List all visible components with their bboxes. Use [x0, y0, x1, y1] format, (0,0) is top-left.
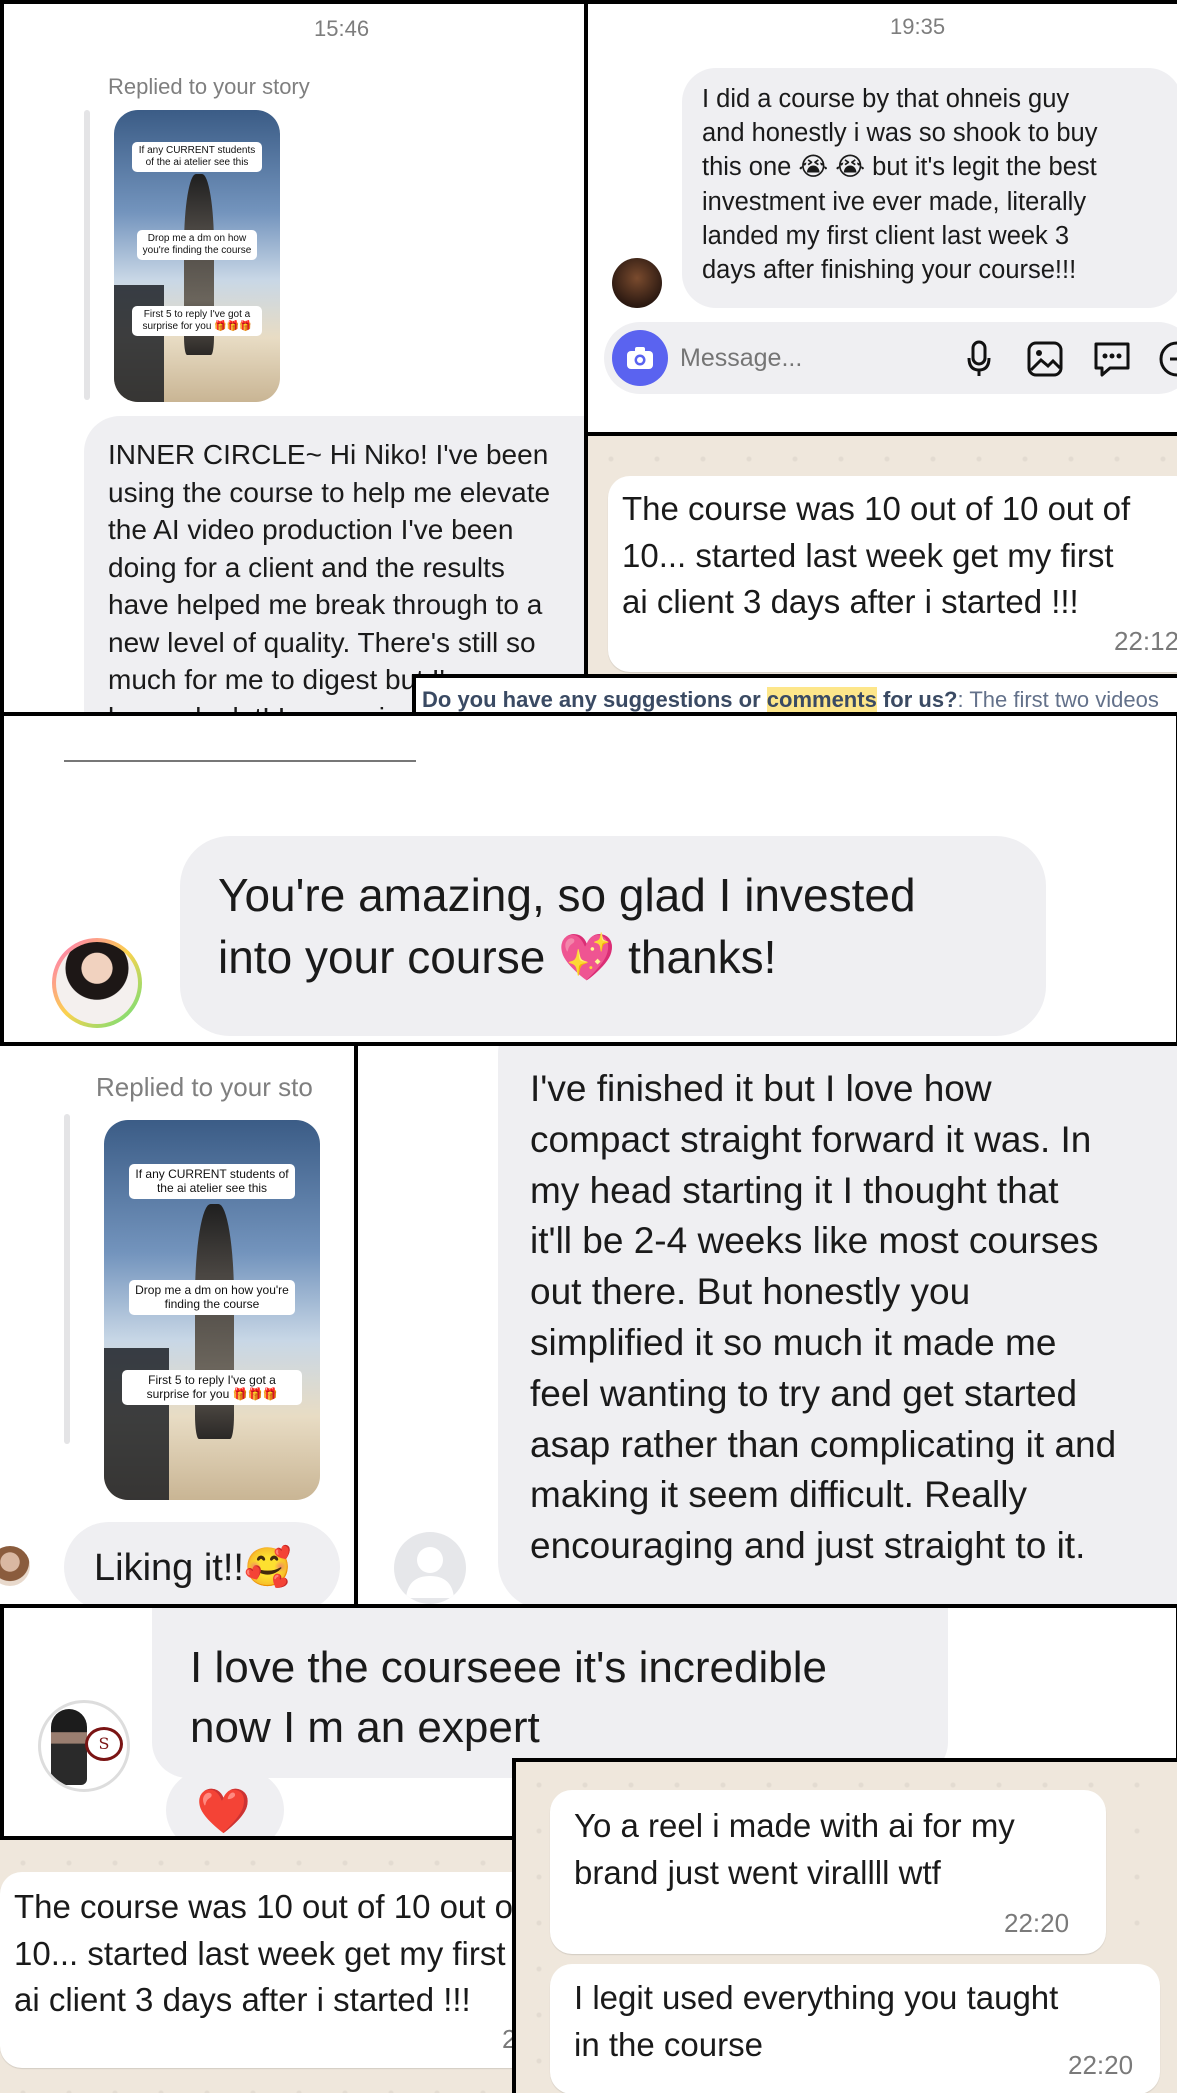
- message-text: The course was 10 out of 10 out of 10...…: [14, 1888, 523, 2018]
- story-caption-2: Drop me a dm on how you're finding the c…: [129, 1280, 295, 1315]
- message-bubble: I did a course by that ohneis guy and ho…: [682, 68, 1177, 308]
- plus-icon[interactable]: [1158, 340, 1177, 378]
- message-text: I did a course by that ohneis guy and ho…: [702, 85, 1098, 285]
- story-caption-3: First 5 to reply I've got a surprise for…: [122, 1370, 302, 1405]
- message-input[interactable]: [680, 338, 880, 378]
- message-text: The course was 10 out of 10 out of 10...…: [622, 490, 1131, 620]
- heart-reaction[interactable]: ❤️: [166, 1770, 284, 1836]
- message-bubble-1: Yo a reel i made with ai for my brand ju…: [550, 1790, 1106, 1954]
- sender-avatar[interactable]: [52, 938, 142, 1028]
- message-timestamp: 22:12: [1114, 626, 1177, 656]
- message-bubble: The course was 10 out of 10 out of 10...…: [608, 476, 1177, 672]
- survey-question-end: for us?: [882, 687, 958, 712]
- reply-quote-line: [64, 1114, 70, 1444]
- survey-question-highlight: comments: [766, 687, 877, 712]
- default-avatar[interactable]: [394, 1532, 466, 1604]
- message-bubble: The course was 10 out of 10 out of 10...…: [0, 1872, 523, 2068]
- story-caption-3: First 5 to reply I've got a surprise for…: [132, 306, 262, 336]
- message-timestamp-1: 22:20: [1004, 1908, 1070, 1938]
- dm-panel-2: 19:35 I did a course by that ohneis guy …: [584, 0, 1177, 436]
- dm-panel-5: You're amazing, so glad I invested into …: [0, 712, 1177, 1046]
- camera-button[interactable]: [612, 330, 668, 386]
- replied-to-story-label: Replied to your story: [108, 74, 310, 99]
- whatsapp-panel-9: The course was 10 out of 10 out of 10...…: [0, 1836, 526, 2093]
- story-reply-panel-6: Replied to your sto If any CURRENT stude…: [0, 1042, 358, 1612]
- camera-icon: [627, 347, 653, 369]
- reply-quote-line: [84, 110, 90, 400]
- story-caption-2: Drop me a dm on how you're finding the c…: [137, 230, 257, 260]
- message-bubble: Liking it!!🥰: [64, 1522, 340, 1608]
- story-thumbnail[interactable]: If any CURRENT students of the ai atelie…: [114, 110, 280, 402]
- message-bubble-2: I legit used everything you taught in th…: [550, 1964, 1160, 2093]
- story-caption-1: If any CURRENT students of the ai atelie…: [129, 1164, 295, 1199]
- image-icon[interactable]: [1026, 340, 1064, 378]
- heart-reaction-emoji: ❤️: [196, 1787, 251, 1836]
- divider: [64, 760, 416, 762]
- sender-avatar[interactable]: [0, 1546, 30, 1586]
- story-thumbnail[interactable]: If any CURRENT students of the ai atelie…: [104, 1120, 320, 1500]
- message-text: Liking it!!🥰: [94, 1547, 292, 1589]
- message-text: You're amazing, so glad I invested into …: [218, 869, 916, 983]
- story-caption-1: If any CURRENT students of the ai atelie…: [132, 142, 262, 172]
- message-text: I love the courseee it's incredible now …: [190, 1643, 827, 1752]
- sender-avatar[interactable]: [612, 258, 662, 308]
- message-composer: [604, 322, 1177, 394]
- replied-to-story-label: Replied to your sto: [96, 1072, 313, 1102]
- message-bubble: I've finished it but I love how compact …: [498, 1046, 1177, 1608]
- whatsapp-panel-3: The course was 10 out of 10 out of 10...…: [584, 432, 1177, 682]
- message-time: 15:46: [314, 16, 370, 41]
- message-bubble: You're amazing, so glad I invested into …: [180, 836, 1046, 1036]
- message-bubble: I love the courseee it's incredible now …: [152, 1608, 948, 1778]
- whatsapp-panel-10: Yo a reel i made with ai for my brand ju…: [512, 1758, 1177, 2093]
- dm-panel-7: I've finished it but I love how compact …: [354, 1042, 1177, 1612]
- message-text: I've finished it but I love how compact …: [530, 1068, 1117, 1567]
- message-timestamp-2: 22:20: [1068, 2050, 1134, 2080]
- message-text-1: Yo a reel i made with ai for my brand ju…: [574, 1807, 1015, 1891]
- sticker-icon[interactable]: [1092, 340, 1132, 378]
- message-time: 19:35: [890, 14, 946, 39]
- user-placeholder-icon: [406, 1547, 454, 1598]
- microphone-icon[interactable]: [966, 340, 992, 378]
- survey-question: Do you have any suggestions or: [422, 687, 761, 712]
- story-reply-panel-1: 15:46 Replied to your story If any CURRE…: [0, 0, 588, 720]
- sender-avatar[interactable]: S: [38, 1700, 130, 1792]
